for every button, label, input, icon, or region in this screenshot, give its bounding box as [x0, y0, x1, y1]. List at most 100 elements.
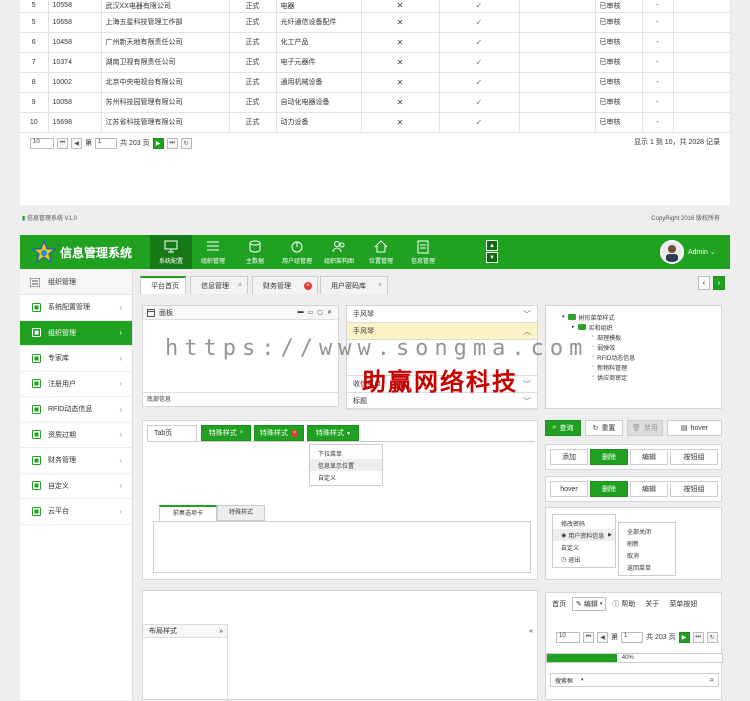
context-item-change-password[interactable]: 修改密码 — [553, 517, 615, 529]
prev-page-button[interactable]: ◀ — [597, 631, 608, 643]
sidebar-item-4[interactable]: 注册用户 › — [20, 372, 132, 397]
submenu-item[interactable]: 取消 — [619, 549, 675, 561]
close-icon[interactable]: ✕ — [327, 309, 332, 316]
user-menu[interactable]: Admin ⌄ — [688, 248, 716, 256]
last-page-button[interactable]: ⏭ — [692, 631, 704, 643]
tab-page[interactable]: Tab页 — [147, 425, 197, 441]
nav-item-5[interactable]: 组织架构图 — [318, 235, 360, 269]
sidebar-item-3[interactable]: 专家库 › — [20, 346, 132, 372]
tab-1[interactable]: 平台首页 — [140, 276, 186, 294]
dropdown-item[interactable]: 自定义 — [310, 471, 382, 483]
close-icon[interactable]: × — [238, 282, 242, 289]
toolbar-about[interactable]: 关于 — [645, 599, 659, 609]
page-number-input[interactable]: 1 — [95, 137, 117, 149]
context-item-custom[interactable]: 自定义 — [553, 541, 615, 553]
nav-item-2[interactable]: 组织管理 — [192, 235, 234, 269]
sidebar-item-6[interactable]: 资质过期 › — [20, 423, 132, 448]
table-row[interactable]: 10 15698 江苏省科技管理有限公司 正式 动力设备 ✕ ✓ 已审核 - — [20, 112, 731, 133]
layout-splitter[interactable] — [227, 624, 228, 701]
special-tab-1[interactable]: 特殊样式 × — [201, 425, 251, 441]
submenu-item[interactable]: 刷新 — [619, 537, 675, 549]
sidebar-item-9[interactable]: 云平台 › — [20, 499, 132, 525]
inner-tab-2[interactable]: 特殊样式 — [217, 505, 265, 521]
chevron-down-icon[interactable]: ▾ — [581, 677, 584, 683]
close-icon[interactable]: × — [291, 429, 298, 437]
nav-item-6[interactable]: 位置管理 — [360, 235, 402, 269]
table-row[interactable]: 5 10558 武汉XX电器有限公司 正式 电器 ✕ ✓ 已审核 - — [20, 0, 731, 13]
nav-toggle[interactable]: ▲ ▼ — [486, 240, 498, 264]
toolbar-menu-button[interactable]: 菜单按钮 — [669, 599, 697, 609]
page-number-input[interactable]: 1 — [621, 631, 643, 643]
hover-button[interactable]: ▤ hover — [667, 420, 722, 436]
special-tab-2[interactable]: 特殊样式 × — [254, 425, 304, 441]
edit-button[interactable]: 编辑 — [630, 481, 668, 497]
nav-item-3[interactable]: 主数据 — [234, 235, 276, 269]
tab-scroll-left-button[interactable]: ‹ — [698, 276, 710, 290]
sidebar-item-5[interactable]: RFID动态信息 › — [20, 397, 132, 423]
dropdown-item[interactable]: 下拉菜单 — [310, 447, 382, 459]
delete-button[interactable]: 删除 — [590, 481, 628, 497]
refresh-icon[interactable]: ↻ — [706, 631, 718, 643]
search-box[interactable]: 搜索框 ▾ ⌕ — [550, 673, 719, 687]
toolbar-home[interactable]: 首页 — [552, 599, 566, 609]
button-group-button[interactable]: 按钮组 — [670, 449, 718, 465]
tree-leaf[interactable]: ▫ 供应商审定 — [562, 372, 721, 382]
submenu-item[interactable]: 返回菜单 — [619, 561, 675, 573]
add-button[interactable]: 添加 — [550, 449, 588, 465]
nav-item-7[interactable]: 信息管理 — [402, 235, 444, 269]
tab-2[interactable]: 信息管理 × — [190, 276, 248, 294]
refresh-icon[interactable]: ↻ — [180, 137, 192, 149]
maximize-icon[interactable]: ▢ — [317, 309, 323, 316]
button-group-button[interactable]: 按钮组 — [670, 481, 718, 497]
reset-button[interactable]: ↻ 重置 — [585, 420, 623, 436]
close-icon[interactable]: × — [378, 282, 382, 289]
table-row[interactable]: 7 10374 湖南卫视有限责任公司 正式 电子元器件 ✕ ✓ 已审核 - — [20, 52, 731, 73]
restore-icon[interactable]: ▭ — [308, 309, 314, 316]
table-row[interactable]: 6 10458 广州新天地有限责任公司 正式 化工产品 ✕ ✓ 已审核 - — [20, 32, 731, 53]
prev-page-button[interactable]: ◀ — [71, 137, 82, 149]
tree-root[interactable]: ▾ 树形菜单样式 — [562, 312, 721, 322]
table-row[interactable]: 5 10658 上海五星科技管理工作部 正式 光纤通信设备配件 ✕ ✓ 已审核 - — [20, 12, 731, 33]
edit-button[interactable]: 编辑 — [630, 449, 668, 465]
table-row[interactable]: 8 10002 北京中央电视台有限公司 正式 通用机械设备 ✕ ✓ 已审核 - — [20, 72, 731, 93]
next-page-button[interactable]: ▶ — [152, 137, 164, 149]
tab-scroll-right-button[interactable]: › — [713, 276, 725, 290]
inner-tab-1[interactable]: 前奏选项卡 — [159, 505, 217, 521]
table-row[interactable]: 9 10058 苏州科技园管理有限公司 正式 自动化电器设备 ✕ ✓ 已审核 - — [20, 92, 731, 113]
page-size-select[interactable]: 10 — [30, 137, 54, 149]
context-item-profile[interactable]: ◉ 用户资料信息 ▶ — [553, 529, 615, 541]
minimize-icon[interactable]: ▬ — [298, 309, 304, 316]
nav-up-icon[interactable]: ▲ — [486, 240, 498, 251]
next-page-button[interactable]: ▶ — [678, 631, 690, 643]
close-icon[interactable]: × — [304, 281, 312, 290]
page-size-select[interactable]: 10 — [556, 631, 580, 643]
dropdown-item[interactable]: 信息显示位置 — [310, 459, 382, 471]
search-icon[interactable]: ⌕ — [710, 675, 714, 685]
special-tab-3[interactable]: 特殊样式 ▾ — [307, 425, 359, 441]
collapse-left-icon[interactable]: » — [219, 625, 223, 638]
close-icon[interactable]: × — [240, 430, 244, 436]
nav-down-icon[interactable]: ▼ — [486, 252, 498, 263]
avatar[interactable] — [660, 240, 684, 264]
tab-4[interactable]: 用户密码库 × — [320, 276, 388, 294]
search-button[interactable]: ⌕ 查询 — [545, 420, 581, 436]
toolbar-help[interactable]: ⓘ 帮助 — [612, 599, 635, 609]
collapse-right-icon[interactable]: « — [529, 628, 533, 635]
delete-button[interactable]: 删除 — [590, 449, 628, 465]
last-page-button[interactable]: ⏭ — [166, 137, 178, 149]
first-page-button[interactable]: ⏮ — [57, 137, 68, 149]
tree-leaf[interactable]: ▫ 新物料管理 — [562, 362, 721, 372]
nav-item-4[interactable]: 用户组管理 — [276, 235, 318, 269]
hover-state-button[interactable]: hover — [550, 481, 588, 497]
nav-item-1[interactable]: 系统配置 — [150, 235, 192, 269]
sidebar-item-1[interactable]: 系统配置管理 › — [20, 295, 132, 321]
accordion-header-1[interactable]: 手风琴 ﹀ — [347, 306, 537, 323]
toolbar-edit-menu[interactable]: ✎ 编辑 ▾ — [572, 597, 607, 611]
tree-node[interactable]: ▸ 买和组织 — [562, 322, 721, 332]
chevron-down-icon[interactable]: ▾ — [347, 430, 350, 437]
submenu-item[interactable]: 全部关闭 — [619, 525, 675, 537]
context-item-exit[interactable]: ◷ 退出 — [553, 553, 615, 565]
first-page-button[interactable]: ⏮ — [583, 631, 594, 643]
search-scope-select[interactable]: 搜索框 — [555, 676, 573, 685]
tab-3[interactable]: 财务管理 × — [252, 276, 318, 294]
